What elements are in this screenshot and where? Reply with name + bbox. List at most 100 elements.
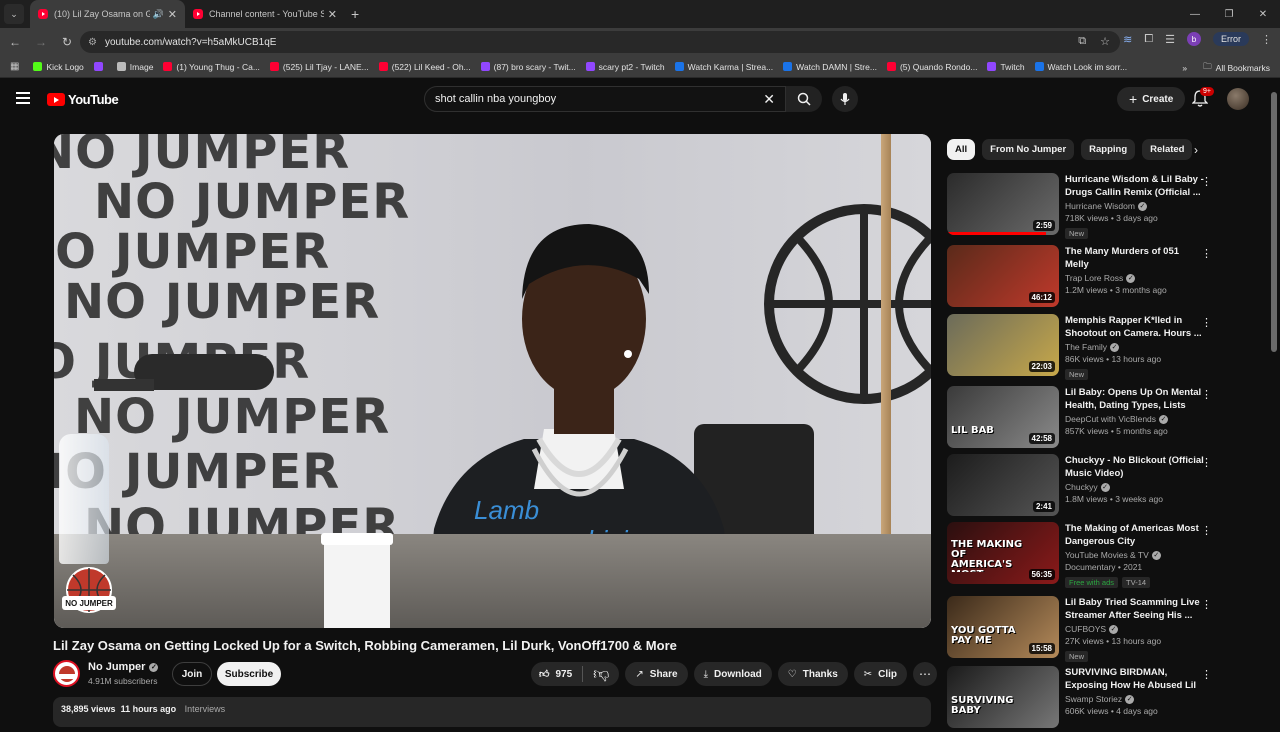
recommendation-channel[interactable]: Trap Lore Ross ✓ <box>1065 273 1205 283</box>
recommendation-item[interactable]: THE MAKING OF AMERICA'S MOST DANGEROUS C… <box>947 522 1212 588</box>
more-actions-button[interactable]: ⋯ <box>913 662 938 686</box>
back-icon[interactable]: ← <box>4 31 26 53</box>
recommendation-channel[interactable]: The Family ✓ <box>1065 342 1205 352</box>
menu-hamburger-icon[interactable] <box>16 92 30 104</box>
recommendation-title[interactable]: Lil Baby: Opens Up On Mental Health, Dat… <box>1065 386 1205 412</box>
more-options-icon[interactable]: ⋮ <box>1201 388 1212 401</box>
chevron-right-icon[interactable]: › <box>1194 143 1198 157</box>
search-input[interactable]: shot callin nba youngboy ✕ <box>424 86 786 112</box>
bookmark-item[interactable]: (1) Young Thug - Ca... <box>163 62 260 72</box>
recommendation-title[interactable]: Lil Baby Tried Scamming Live Streamer Af… <box>1065 596 1205 622</box>
profile-avatar[interactable]: b <box>1187 32 1201 46</box>
thanks-button[interactable]: ♡ Thanks <box>777 662 848 686</box>
more-options-icon[interactable]: ⋮ <box>1201 524 1212 537</box>
video-thumbnail[interactable]: 2:41 <box>947 454 1059 516</box>
recommendation-item[interactable]: YOU GOTTA PAY ME 15:58 Lil Baby Tried Scam… <box>947 596 1212 662</box>
clear-search-icon[interactable]: ✕ <box>763 91 775 108</box>
bookmark-item[interactable]: (525) Lil Tjay - LANE... <box>269 62 369 72</box>
recommendation-channel[interactable]: Chuckyy ✓ <box>1065 482 1205 492</box>
bookmark-item[interactable]: Image <box>116 62 153 72</box>
download-button[interactable]: ⤓ Download <box>693 662 772 686</box>
tab-search-dropdown[interactable]: ⌄ <box>4 4 24 24</box>
subscribe-button[interactable]: Subscribe <box>217 662 281 686</box>
tab-youtube-studio[interactable]: Channel content - YouTube Studio ✕ <box>185 0 345 28</box>
join-button[interactable]: Join <box>172 662 212 686</box>
chip-from-no-jumper[interactable]: From No Jumper <box>982 139 1075 160</box>
bookmark-item[interactable]: Kick Logo <box>33 62 84 72</box>
speaker-icon[interactable]: 🔊 <box>153 9 164 20</box>
restore-icon[interactable]: ❐ <box>1212 0 1246 28</box>
more-options-icon[interactable]: ⋮ <box>1201 316 1212 329</box>
new-tab-icon[interactable]: + <box>351 6 359 22</box>
video-thumbnail[interactable]: SURVIVING BABY <box>947 666 1059 728</box>
bookmark-item[interactable]: Watch DAMN | Stre... <box>783 62 877 72</box>
video-player[interactable]: NO JUMPER NO JUMPER NO JUMPER NO JUMPER … <box>54 134 931 628</box>
bookmark-item[interactable]: (5) Quando Rondo... <box>886 62 977 72</box>
browser-menu-icon[interactable]: ⋮ <box>1261 33 1272 46</box>
extension-wave-icon[interactable]: ≋ <box>1123 33 1132 46</box>
close-tab-icon[interactable]: ✕ <box>328 8 337 21</box>
more-options-icon[interactable]: ⋮ <box>1201 175 1212 188</box>
recommendation-item[interactable]: SURVIVING BABY SURVIVING BIRDMAN, Exposin… <box>947 666 1212 732</box>
recommendation-item[interactable]: LIL BAB 42:58 Lil Baby: Opens Up On Mental… <box>947 386 1212 452</box>
site-info-icon[interactable]: ⚙ <box>88 37 97 48</box>
apps-grid-icon[interactable]: ▦ <box>10 61 19 72</box>
recommendation-item[interactable]: 2:41 Chuckyy - No Blickout (Official Musi… <box>947 454 1212 520</box>
more-options-icon[interactable]: ⋮ <box>1201 668 1212 681</box>
bookmark-item[interactable]: scary pt2 - Twitch <box>585 62 665 72</box>
channel-name[interactable]: No Jumper ✓ <box>88 661 159 673</box>
extensions-puzzle-icon[interactable]: ⧠ <box>1144 33 1153 46</box>
recommendation-item[interactable]: 2:59 Hurricane Wisdom & Lil Baby - Drugs … <box>947 173 1212 239</box>
recommendation-channel[interactable]: DeepCut with VicBlends ✓ <box>1065 414 1205 424</box>
recommendation-title[interactable]: Chuckyy - No Blickout (Official Music Vi… <box>1065 454 1205 480</box>
reload-icon[interactable]: ↻ <box>56 31 78 53</box>
error-pill[interactable]: Error <box>1213 32 1249 46</box>
video-thumbnail[interactable]: LIL BAB 42:58 <box>947 386 1059 448</box>
video-thumbnail[interactable]: 2:59 <box>947 173 1059 235</box>
recommendation-channel[interactable]: YouTube Movies & TV ✓ <box>1065 550 1205 560</box>
recommendation-item[interactable]: 46:12 The Many Murders of 051 Melly Trap L… <box>947 245 1212 311</box>
recommendation-title[interactable]: The Many Murders of 051 Melly <box>1065 245 1205 271</box>
recommendation-item[interactable]: 22:03 Memphis Rapper K*lled in Shootout o… <box>947 314 1212 380</box>
video-thumbnail[interactable]: 46:12 <box>947 245 1059 307</box>
description-box[interactable]: 38,895 views 11 hours ago Interviews <box>53 697 931 727</box>
recommendation-channel[interactable]: Hurricane Wisdom ✓ <box>1065 201 1205 211</box>
create-button[interactable]: + Create <box>1117 87 1186 111</box>
close-window-icon[interactable]: ✕ <box>1246 0 1280 28</box>
chip-rapping[interactable]: Rapping <box>1081 139 1136 160</box>
recommendation-title[interactable]: The Making of Americas Most Dangerous Ci… <box>1065 522 1205 548</box>
recommendation-channel[interactable]: CUFBOYS ✓ <box>1065 624 1205 634</box>
all-bookmarks-folder[interactable]: 🗀 All Bookmarks <box>1203 61 1270 75</box>
close-tab-icon[interactable]: ✕ <box>168 8 177 21</box>
bookmark-item[interactable]: (522) Lil Keed - Oh... <box>378 62 471 72</box>
youtube-logo[interactable]: YouTube <box>47 92 119 107</box>
scrollbar-thumb[interactable] <box>1271 92 1277 352</box>
recommendation-title[interactable]: SURVIVING BIRDMAN, Exposing How He Abuse… <box>1065 666 1205 692</box>
more-options-icon[interactable]: ⋮ <box>1201 456 1212 469</box>
share-button[interactable]: ↗ Share <box>625 662 688 686</box>
forward-icon[interactable]: → <box>30 31 52 53</box>
url-bar[interactable]: ⚙ youtube.com/watch?v=h5aMkUCB1qE ⧉ ☆ <box>80 31 1120 53</box>
voice-search-button[interactable] <box>832 86 858 112</box>
video-thumbnail[interactable]: YOU GOTTA PAY ME 15:58 <box>947 596 1059 658</box>
chip-all[interactable]: All <box>947 139 976 160</box>
video-thumbnail[interactable]: THE MAKING OF AMERICA'S MOST DANGEROUS C… <box>947 522 1059 584</box>
like-button[interactable]: 👍︎ 975 <box>531 666 584 682</box>
dislike-button[interactable]: 👎︎ <box>583 665 619 684</box>
bookmarks-overflow-icon[interactable]: » <box>1182 63 1187 73</box>
recommendation-title[interactable]: Hurricane Wisdom & Lil Baby - Drugs Call… <box>1065 173 1205 199</box>
bookmark-item[interactable]: Watch Karma | Strea... <box>674 62 773 72</box>
bookmark-item[interactable]: Twitch <box>987 62 1025 72</box>
minimize-icon[interactable]: — <box>1178 0 1212 28</box>
install-app-icon[interactable]: ⧉ <box>1078 35 1086 48</box>
page-scrollbar[interactable] <box>1268 78 1280 720</box>
clip-button[interactable]: ✂ Clip <box>853 662 908 686</box>
chip-related[interactable]: Related <box>1142 139 1193 160</box>
tab-youtube-video[interactable]: (10) Lil Zay Osama on Getting Locked Up … <box>30 0 185 28</box>
video-thumbnail[interactable]: 22:03 <box>947 314 1059 376</box>
channel-avatar[interactable] <box>53 660 80 687</box>
recommendation-title[interactable]: Memphis Rapper K*lled in Shootout on Cam… <box>1065 314 1205 340</box>
bookmark-star-icon[interactable]: ☆ <box>1100 35 1110 48</box>
recommendation-channel[interactable]: Swamp Storiez ✓ <box>1065 694 1205 704</box>
bookmark-item[interactable] <box>93 62 107 71</box>
